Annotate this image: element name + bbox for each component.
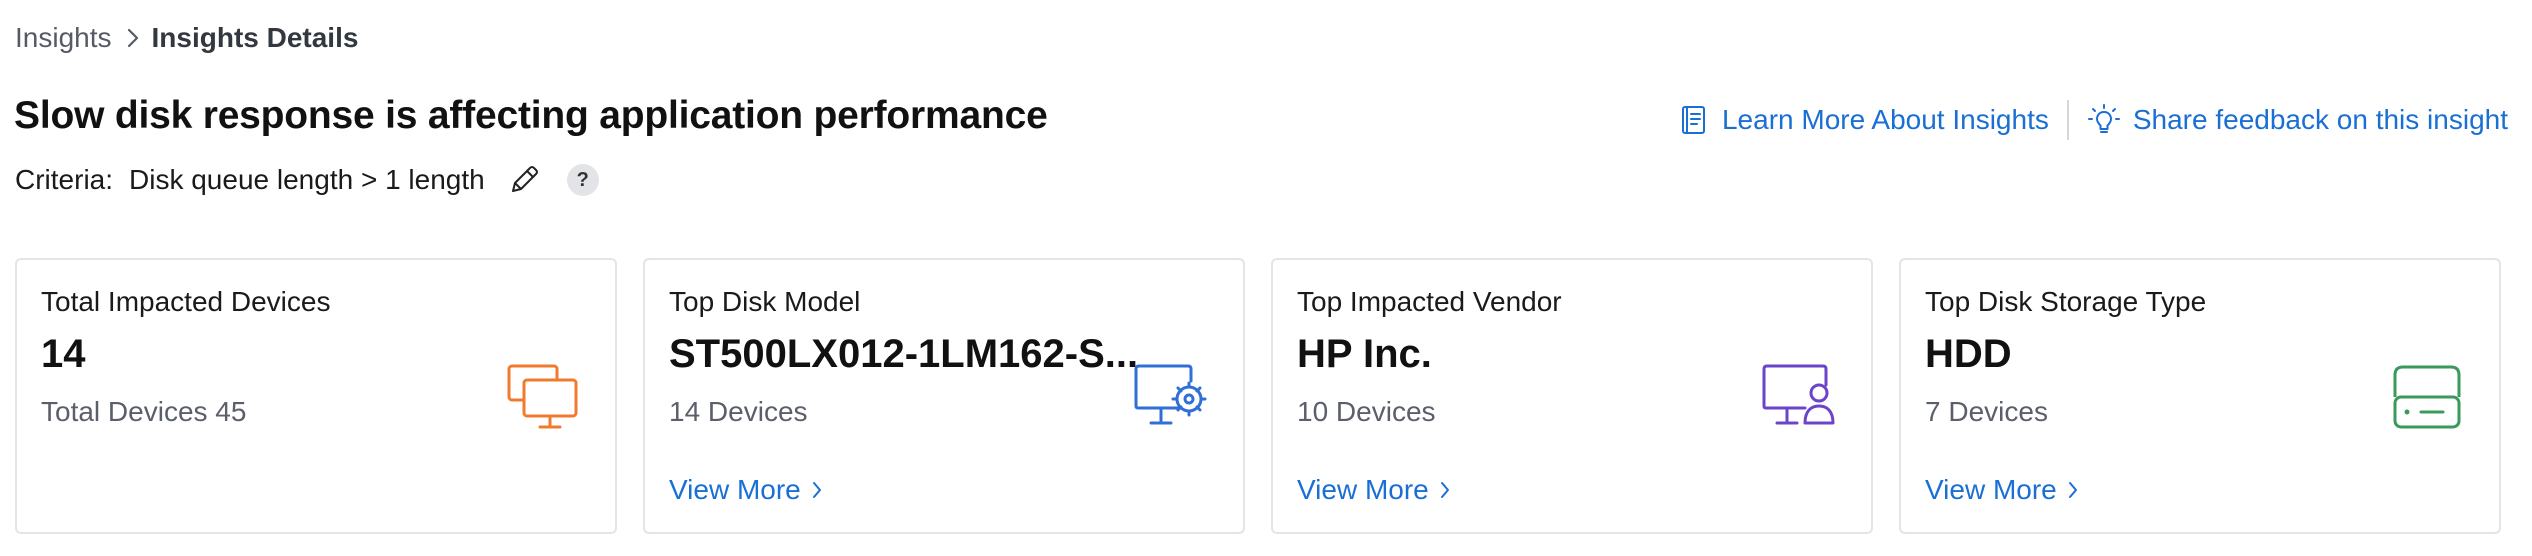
top-actions: Learn More About Insights Share feedback…: [1676, 100, 2508, 140]
book-icon: [1676, 103, 1710, 137]
card-title: Top Impacted Vendor: [1297, 286, 1562, 317]
share-feedback-link[interactable]: Share feedback on this insight: [2087, 103, 2508, 137]
monitor-gear-icon: [1133, 360, 1209, 436]
criteria-label: Criteria:: [15, 164, 114, 195]
chevron-right-icon: [126, 27, 140, 49]
card-title: Top Disk Model: [669, 286, 861, 317]
card-top-impacted-vendor: Top Impacted Vendor HP Inc. 10 Devices V…: [1271, 258, 1873, 534]
card-title: Top Disk Storage Type: [1925, 286, 2207, 317]
card-value: ST500LX012-1LM162-S...: [669, 332, 1139, 376]
card-subtext: 10 Devices: [1297, 396, 1436, 427]
breadcrumb-current: Insights Details: [151, 22, 359, 53]
breadcrumb-insights-link[interactable]: Insights: [15, 22, 112, 54]
card-value: HDD: [1925, 332, 2012, 376]
share-feedback-label: Share feedback on this insight: [2132, 104, 2508, 135]
card-subtext: 14 Devices: [669, 396, 808, 427]
criteria-row: Criteria: Disk queue length > 1 length ?: [15, 160, 599, 200]
view-more-link[interactable]: View More: [669, 474, 823, 506]
monitors-icon: [505, 360, 581, 436]
card-value: 14: [41, 332, 86, 376]
card-value: HP Inc.: [1297, 332, 1432, 376]
card-subtext: 7 Devices: [1925, 396, 2048, 427]
learn-more-link[interactable]: Learn More About Insights: [1676, 103, 2049, 137]
hard-drive-icon: [2389, 360, 2465, 436]
view-more-label: View More: [1297, 474, 1429, 505]
learn-more-label: Learn More About Insights: [1721, 104, 2049, 135]
card-title: Total Impacted Devices: [41, 286, 331, 317]
view-more-label: View More: [1925, 474, 2057, 505]
chevron-right-icon: [811, 480, 823, 500]
card-top-disk-model: Top Disk Model ST500LX012-1LM162-S... 14…: [643, 258, 1245, 534]
view-more-label: View More: [669, 474, 801, 505]
breadcrumb: Insights Insights Details: [15, 18, 358, 58]
criteria-value: Disk queue length > 1 length: [129, 164, 485, 195]
page-title: Slow disk response is affecting applicat…: [14, 94, 1048, 137]
help-icon[interactable]: ?: [566, 164, 599, 196]
pencil-icon[interactable]: [507, 163, 541, 197]
lightbulb-icon: [2087, 103, 2121, 137]
monitor-user-icon: [1761, 360, 1837, 436]
summary-cards: Total Impacted Devices 14 Total Devices …: [15, 258, 2501, 534]
card-top-disk-storage-type: Top Disk Storage Type HDD 7 Devices View…: [1899, 258, 2501, 534]
view-more-link[interactable]: View More: [1297, 474, 1451, 506]
chevron-right-icon: [2067, 480, 2079, 500]
card-total-impacted-devices: Total Impacted Devices 14 Total Devices …: [15, 258, 617, 534]
action-divider: [2066, 100, 2069, 140]
chevron-right-icon: [1439, 480, 1451, 500]
card-subtext: Total Devices 45: [41, 396, 247, 427]
view-more-link[interactable]: View More: [1925, 474, 2079, 506]
